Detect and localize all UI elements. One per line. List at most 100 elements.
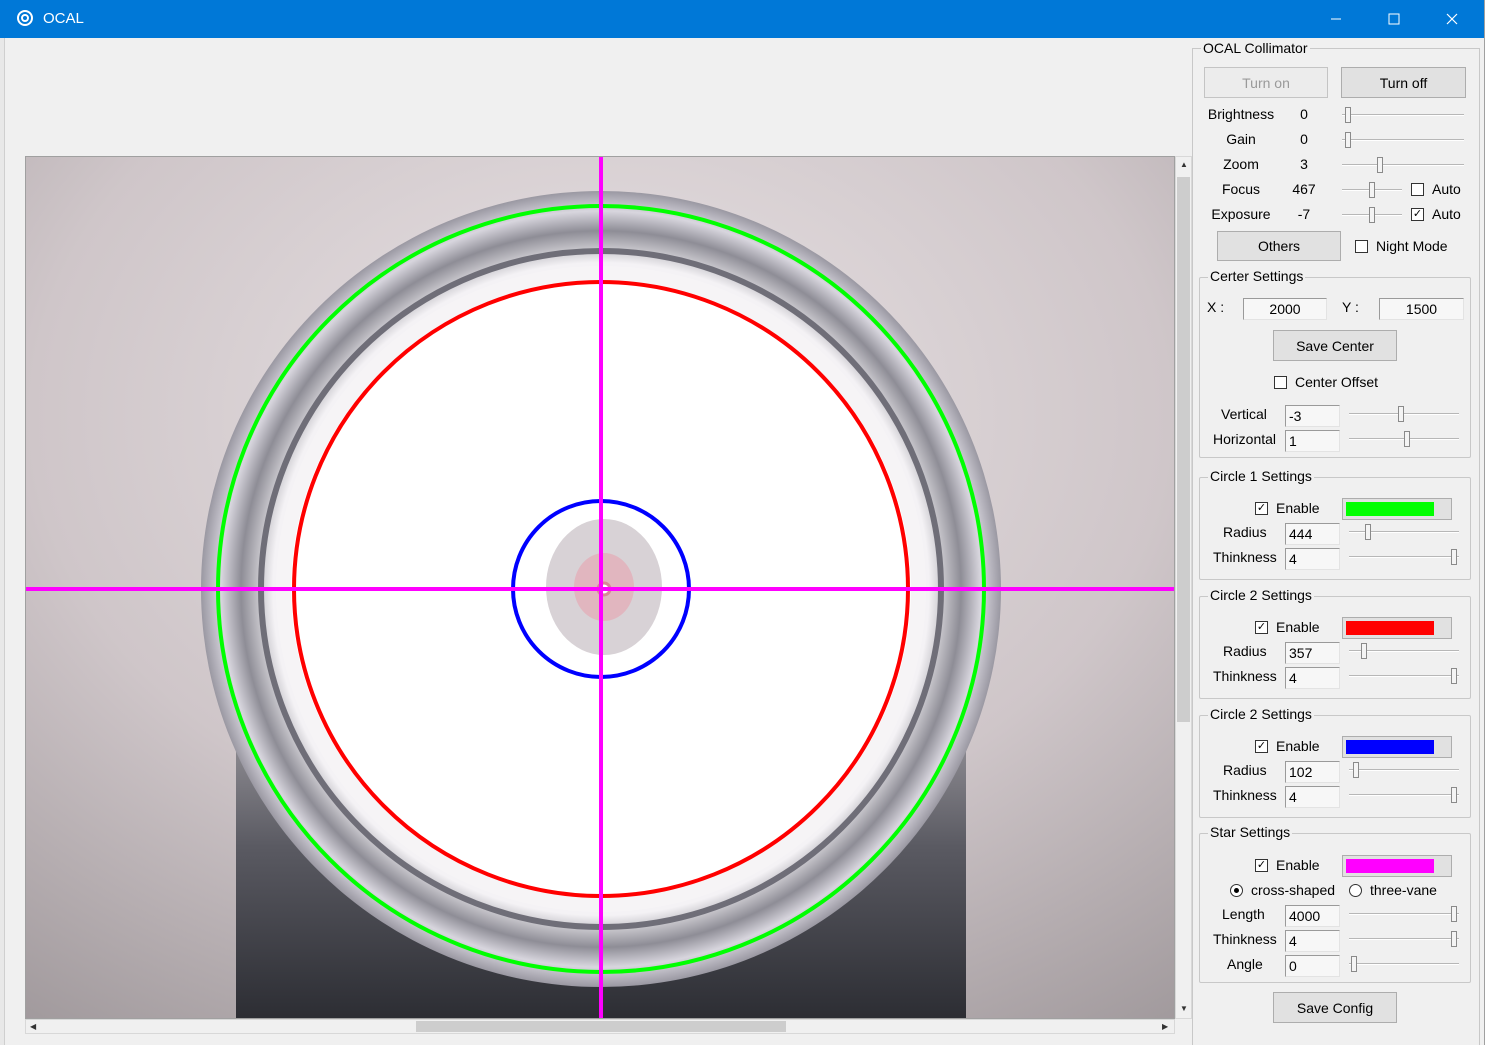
star-enable-checkbox[interactable]: ✓	[1255, 859, 1268, 872]
scroll-right-icon[interactable]: ▶	[1162, 1023, 1168, 1031]
circle-2-color-button[interactable]	[1342, 617, 1452, 639]
y-label: Y :	[1342, 299, 1359, 315]
horizontal-scrollbar[interactable]: ◀ ▶	[25, 1019, 1175, 1034]
camera-view	[25, 156, 1175, 1019]
circle-1-radius-slider[interactable]	[1349, 524, 1459, 540]
focus-slider[interactable]	[1342, 182, 1402, 198]
star-enable-label: Enable	[1276, 857, 1320, 873]
brightness-slider[interactable]	[1342, 107, 1464, 123]
vertical-slider[interactable]	[1349, 406, 1459, 422]
collimator-title: OCAL Collimator	[1201, 40, 1310, 56]
scroll-up-icon[interactable]: ▲	[1180, 161, 1188, 169]
star-settings-title: Star Settings	[1208, 824, 1293, 840]
window-left-edge	[0, 38, 5, 1045]
circle-2-enable-checkbox[interactable]: ✓	[1255, 621, 1268, 634]
window-title: OCAL	[43, 10, 84, 27]
horizontal-slider[interactable]	[1349, 431, 1459, 447]
circle-1-enable-checkbox[interactable]: ✓	[1255, 502, 1268, 515]
exposure-slider[interactable]	[1342, 207, 1402, 223]
focus-label: Focus	[1221, 181, 1261, 197]
length-slider[interactable]	[1349, 906, 1459, 922]
exposure-auto-label: Auto	[1432, 206, 1461, 222]
circle-3-color-button[interactable]	[1342, 736, 1452, 758]
focus-value: 467	[1292, 181, 1316, 197]
circle-2-thickness-field[interactable]: 4	[1285, 667, 1340, 689]
circle-3-enable-label: Enable	[1276, 738, 1320, 754]
scroll-down-icon[interactable]: ▼	[1180, 1005, 1188, 1013]
brightness-label: Brightness	[1207, 106, 1275, 122]
circle-2-thickness-label: Thinkness	[1213, 668, 1277, 684]
zoom-label: Zoom	[1223, 156, 1259, 172]
circle-2-settings-title: Circle 2 Settings	[1208, 587, 1314, 603]
star-thickness-slider[interactable]	[1349, 931, 1459, 947]
horizontal-label: Horizontal	[1213, 431, 1277, 447]
exposure-value: -7	[1297, 206, 1311, 222]
night-mode-checkbox[interactable]	[1355, 240, 1368, 253]
length-field[interactable]: 4000	[1285, 905, 1340, 927]
camera-image	[26, 157, 1174, 1018]
circle-2-radius-slider[interactable]	[1349, 643, 1459, 659]
zoom-value: 3	[1300, 156, 1308, 172]
brightness-value: 0	[1300, 106, 1308, 122]
vertical-scroll-thumb[interactable]	[1177, 177, 1190, 722]
maximize-button[interactable]	[1365, 0, 1423, 38]
circle-3-thickness-field[interactable]: 4	[1285, 786, 1340, 808]
star-thickness-field[interactable]: 4	[1285, 930, 1340, 952]
circle-2-thickness-slider[interactable]	[1349, 668, 1459, 684]
exposure-auto-checkbox[interactable]: ✓	[1411, 208, 1424, 221]
night-mode-label: Night Mode	[1376, 238, 1448, 254]
circle-1-radius-label: Radius	[1223, 524, 1267, 540]
circle-2-radius-field[interactable]: 357	[1285, 642, 1340, 664]
zoom-slider[interactable]	[1342, 157, 1464, 173]
circle-3-radius-label: Radius	[1223, 762, 1267, 778]
scroll-left-icon[interactable]: ◀	[30, 1023, 36, 1031]
horizontal-field[interactable]: 1	[1285, 430, 1340, 452]
center-y-field[interactable]: 1500	[1379, 298, 1464, 320]
cross-shaped-radio[interactable]	[1230, 884, 1243, 897]
vertical-scrollbar[interactable]: ▲ ▼	[1175, 156, 1192, 1019]
gain-slider[interactable]	[1342, 132, 1464, 148]
circle-3-thickness-slider[interactable]	[1349, 787, 1459, 803]
title-bar: OCAL	[0, 0, 1484, 38]
save-center-button[interactable]: Save Center	[1273, 330, 1397, 361]
circle-3-radius-slider[interactable]	[1349, 762, 1459, 778]
save-config-button[interactable]: Save Config	[1273, 992, 1397, 1023]
circle-3-radius-field[interactable]: 102	[1285, 761, 1340, 783]
circle-1-color-button[interactable]	[1342, 498, 1452, 520]
angle-label: Angle	[1227, 956, 1263, 972]
focus-auto-label: Auto	[1432, 181, 1461, 197]
three-vane-label: three-vane	[1370, 882, 1437, 898]
app-icon	[17, 10, 33, 26]
circle-3-thickness-label: Thinkness	[1213, 787, 1277, 803]
x-label: X :	[1207, 299, 1225, 315]
circle-3-enable-checkbox[interactable]: ✓	[1255, 740, 1268, 753]
turn-off-button[interactable]: Turn off	[1341, 67, 1466, 98]
cross-shaped-label: cross-shaped	[1251, 882, 1336, 898]
focus-auto-checkbox[interactable]	[1411, 183, 1424, 196]
angle-slider[interactable]	[1349, 956, 1459, 972]
three-vane-radio[interactable]	[1349, 884, 1362, 897]
circle-1-thickness-slider[interactable]	[1349, 549, 1459, 565]
circle-2-enable-label: Enable	[1276, 619, 1320, 635]
others-button[interactable]: Others	[1217, 231, 1341, 261]
circle-1-color-fill	[1346, 502, 1434, 516]
center-x-field[interactable]: 2000	[1243, 298, 1327, 320]
circle-1-settings-title: Circle 1 Settings	[1208, 468, 1314, 484]
star-color-fill	[1346, 859, 1434, 873]
turn-on-button[interactable]: Turn on	[1204, 67, 1328, 98]
angle-field[interactable]: 0	[1285, 955, 1340, 977]
minimize-icon	[1331, 18, 1341, 20]
circle-1-radius-field[interactable]: 444	[1285, 523, 1340, 545]
star-thickness-label: Thinkness	[1213, 931, 1277, 947]
minimize-button[interactable]	[1307, 0, 1365, 38]
vertical-label: Vertical	[1221, 406, 1267, 422]
horizontal-scroll-thumb[interactable]	[416, 1021, 786, 1032]
circle-1-thickness-field[interactable]: 4	[1285, 548, 1340, 570]
length-label: Length	[1222, 906, 1265, 922]
center-offset-checkbox[interactable]	[1274, 376, 1287, 389]
circle-1-thickness-label: Thinkness	[1213, 549, 1277, 565]
vertical-field[interactable]: -3	[1285, 405, 1340, 427]
close-button[interactable]	[1423, 0, 1481, 38]
exposure-label: Exposure	[1211, 206, 1271, 222]
star-color-button[interactable]	[1342, 855, 1452, 877]
